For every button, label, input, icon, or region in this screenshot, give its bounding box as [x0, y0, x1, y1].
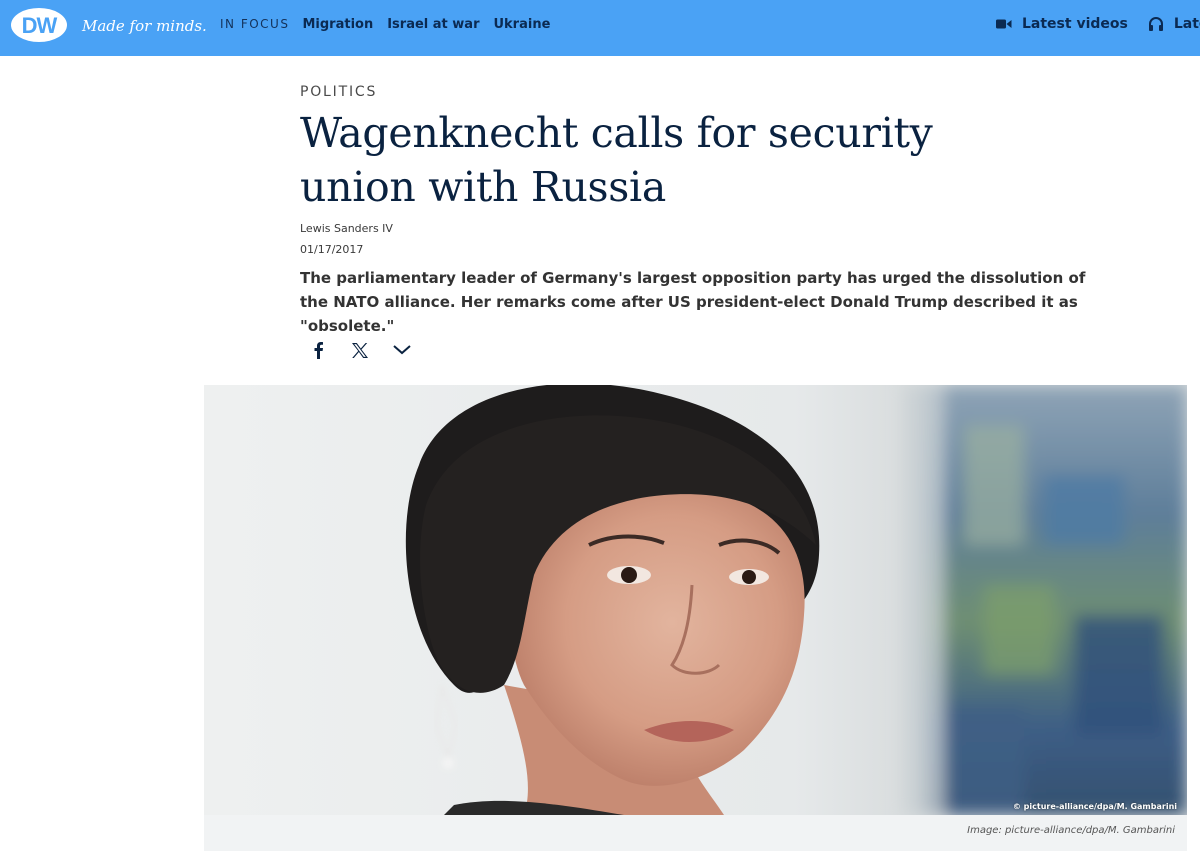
image-credit-overlay: © picture-alliance/dpa/M. Gambarini: [1012, 802, 1177, 811]
facebook-icon: [314, 342, 323, 359]
image-caption-bar: Image: picture-alliance/dpa/M. Gambarini: [204, 815, 1187, 851]
top-nav: IN FOCUS Migration Israel at war Ukraine: [220, 17, 550, 32]
share-x-button[interactable]: [346, 336, 374, 364]
page-right-margin: [1187, 56, 1200, 851]
dw-logo[interactable]: DW: [10, 7, 68, 43]
article-image[interactable]: © picture-alliance/dpa/M. Gambarini: [204, 385, 1187, 815]
latest-videos-link[interactable]: Latest videos: [996, 16, 1128, 32]
in-focus-label: IN FOCUS: [220, 17, 290, 31]
nav-link-migration[interactable]: Migration: [302, 17, 373, 32]
article-headline: Wagenknecht calls for security union wit…: [300, 109, 933, 211]
video-camera-icon: [996, 19, 1012, 29]
article-teaser: The parliamentary leader of Germany's la…: [300, 269, 1086, 335]
article-author[interactable]: Lewis Sanders IV: [300, 222, 393, 235]
nav-link-israel-at-war[interactable]: Israel at war: [387, 17, 479, 32]
latest-audio-link[interactable]: Lates: [1148, 16, 1200, 32]
site-header: DW Made for minds. IN FOCUS Migration Is…: [0, 0, 1200, 56]
headphones-icon: [1148, 17, 1163, 31]
image-caption: Image: picture-alliance/dpa/M. Gambarini: [967, 825, 1175, 836]
share-bar: [304, 336, 416, 364]
share-facebook-button[interactable]: [304, 336, 332, 364]
nav-link-ukraine[interactable]: Ukraine: [493, 17, 550, 32]
chevron-down-icon: [393, 345, 411, 355]
share-more-button[interactable]: [388, 336, 416, 364]
portrait-photo: [204, 385, 1187, 815]
article-date: 01/17/2017: [300, 243, 364, 256]
latest-videos-label: Latest videos: [1022, 16, 1128, 32]
logo-text: DW: [22, 13, 58, 38]
article-category[interactable]: POLITICS: [300, 84, 377, 100]
tagline: Made for minds.: [82, 17, 207, 35]
header-actions: Latest videos Lates: [996, 16, 1200, 32]
latest-audio-label: Lates: [1173, 16, 1200, 32]
x-icon: [352, 342, 368, 358]
